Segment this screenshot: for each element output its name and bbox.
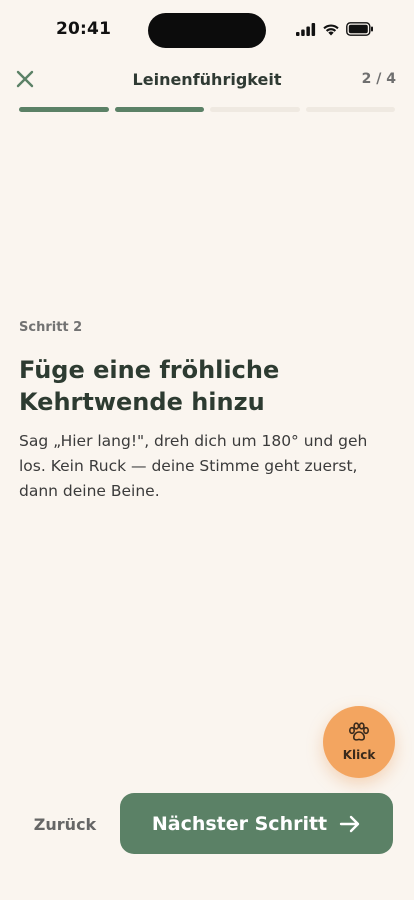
- dynamic-island: [148, 13, 266, 48]
- progress-segment: [305, 107, 395, 112]
- status-time: 20:41: [56, 19, 112, 39]
- step-headline: Füge eine fröhliche Kehrtwende hinzu: [19, 356, 280, 416]
- wifi-icon: [323, 23, 339, 35]
- signal-icon: [296, 22, 316, 36]
- progress-bar: [19, 107, 395, 112]
- status-icons: [296, 22, 374, 36]
- battery-icon: [346, 22, 373, 36]
- back-button[interactable]: Zurück: [30, 810, 100, 838]
- clicker-button[interactable]: Klick: [323, 706, 395, 778]
- header: Leinenführigkeit 2 / 4: [0, 62, 414, 98]
- arrow-right-icon: [339, 815, 360, 832]
- next-step-label: Nächster Schritt: [151, 812, 328, 835]
- next-step-button[interactable]: Nächster Schritt: [120, 793, 393, 854]
- paw-icon: [348, 722, 370, 741]
- progress-segment: [19, 107, 109, 112]
- progress-segment: [210, 107, 300, 112]
- clicker-label: Klick: [342, 748, 376, 762]
- page-title: Leinenführigkeit: [132, 70, 282, 89]
- step-label: Schritt 2: [19, 320, 83, 335]
- progress-segment: [114, 107, 204, 112]
- status-bar: 20:41: [0, 0, 414, 60]
- step-counter: 2 / 4: [361, 71, 396, 87]
- step-description: Sag „Hier lang!", dreh dich um 180° und …: [19, 432, 368, 500]
